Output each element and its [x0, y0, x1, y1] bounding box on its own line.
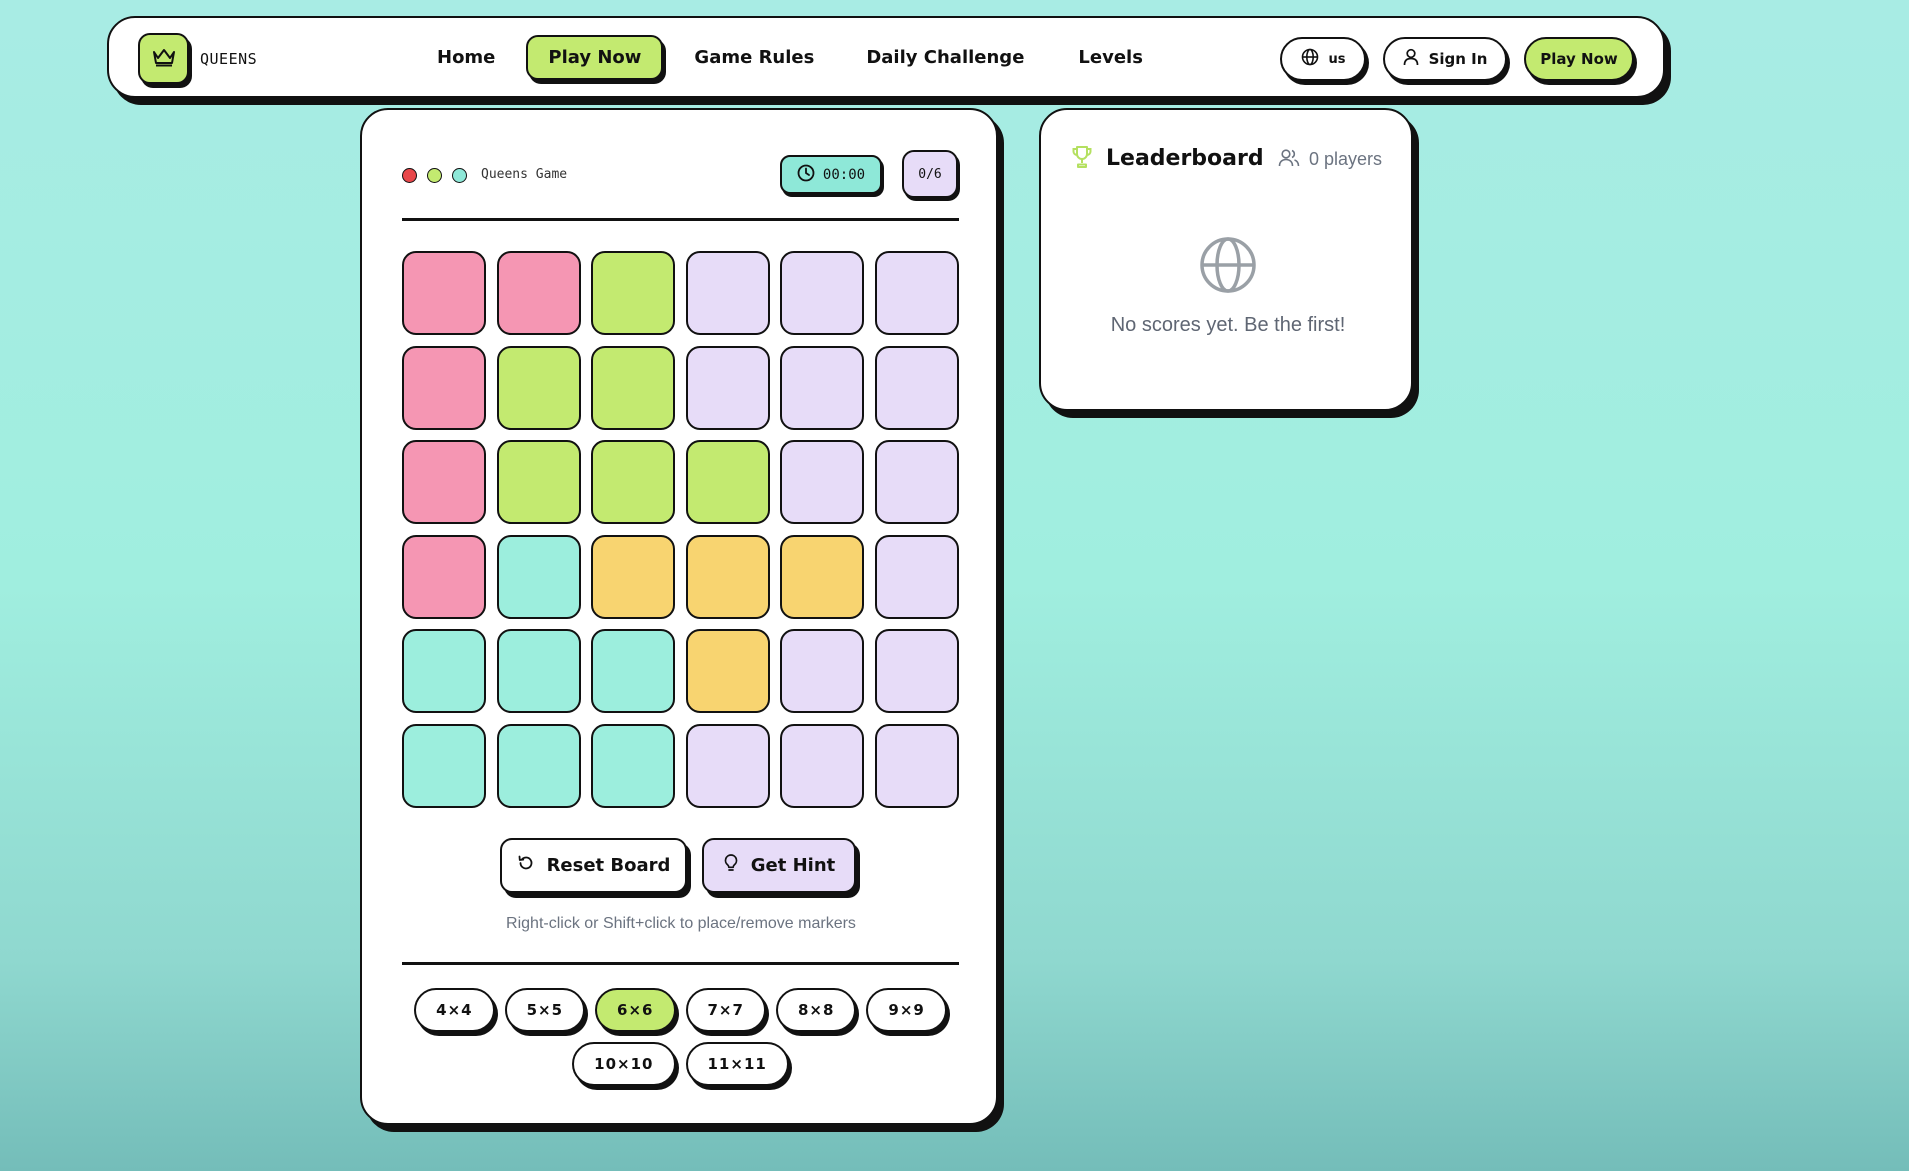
board-cell[interactable]	[591, 251, 675, 335]
sign-in-button[interactable]: Sign In	[1383, 37, 1507, 81]
queens-count: 0/6	[902, 150, 958, 198]
board-size-button[interactable]: 5×5	[504, 988, 586, 1032]
timer: 00:00	[780, 155, 882, 194]
board-size-selector: 4×4 5×5 6×6 7×7 8×8 9×9 10×10 11×11	[402, 988, 959, 1086]
game-panel: Queens Game 00:00 0/6 Reset Board Get Hi…	[360, 108, 998, 1125]
board-cell[interactable]	[402, 629, 486, 713]
board-cell[interactable]	[496, 534, 581, 619]
leaderboard-title: Leaderboard	[1106, 146, 1264, 171]
board-cell[interactable]	[496, 251, 581, 335]
logo-text: QUEENS	[200, 50, 258, 68]
get-hint-label: Get Hint	[750, 855, 836, 876]
language-button[interactable]: us	[1280, 37, 1366, 81]
board-cell[interactable]	[496, 723, 581, 808]
board-size-button[interactable]: 7×7	[685, 988, 766, 1032]
board-cell[interactable]	[402, 440, 486, 524]
nav-link-game-rules[interactable]: Game Rules	[694, 35, 814, 80]
navbar: QUEENS Home Play Now Game Rules Daily Ch…	[107, 16, 1665, 98]
board-cell[interactable]	[780, 629, 864, 713]
board-cell[interactable]	[780, 440, 864, 524]
leaderboard-empty-message: No scores yet. Be the first!	[1110, 314, 1346, 336]
clock-icon	[797, 164, 815, 186]
leaderboard-panel: Leaderboard 0 players No scores yet. Be …	[1039, 108, 1413, 411]
nav-link-daily-challenge[interactable]: Daily Challenge	[866, 35, 1024, 80]
instructions-text: Right-click or Shift+click to place/remo…	[506, 915, 856, 932]
board-size-button[interactable]: 10×10	[572, 1042, 676, 1086]
get-hint-button[interactable]: Get Hint	[702, 838, 856, 893]
board-cell[interactable]	[780, 723, 864, 808]
board-cell[interactable]	[685, 251, 770, 335]
sign-in-label: Sign In	[1428, 50, 1488, 68]
language-label: us	[1328, 51, 1346, 67]
board-cell[interactable]	[685, 629, 770, 713]
red-dot	[402, 168, 417, 183]
board-cell[interactable]	[685, 534, 770, 619]
board-cell[interactable]	[591, 723, 675, 808]
board-cell[interactable]	[780, 534, 864, 619]
board-cell[interactable]	[496, 440, 581, 524]
nav-link-levels[interactable]: Levels	[1078, 35, 1143, 80]
board-cell[interactable]	[685, 440, 770, 524]
board-cell[interactable]	[685, 345, 770, 430]
globe-icon	[1199, 236, 1257, 298]
divider	[402, 962, 959, 965]
board-size-button[interactable]: 8×8	[775, 988, 857, 1032]
divider	[402, 218, 959, 221]
users-icon	[1278, 148, 1300, 172]
timer-value: 00:00	[822, 166, 866, 183]
reset-icon	[517, 854, 535, 877]
board-cell[interactable]	[874, 251, 959, 335]
board-cell[interactable]	[874, 629, 959, 713]
board-cell[interactable]	[402, 534, 486, 619]
players-count: 0 players	[1309, 149, 1383, 169]
board-size-button[interactable]: 9×9	[866, 988, 947, 1032]
reset-board-button[interactable]: Reset Board	[500, 838, 687, 893]
globe-icon	[1301, 48, 1319, 70]
board-cell[interactable]	[874, 345, 959, 430]
board-cell[interactable]	[591, 534, 675, 619]
board-cell[interactable]	[402, 251, 486, 335]
board-cell[interactable]	[402, 723, 486, 808]
logo[interactable]	[138, 33, 189, 84]
user-icon	[1403, 48, 1419, 70]
game-actions: Reset Board Get Hint	[500, 838, 856, 893]
board-cell[interactable]	[402, 345, 486, 430]
board-cell[interactable]	[874, 440, 959, 524]
green-dot	[427, 168, 442, 183]
crown-icon	[152, 47, 176, 71]
game-board	[402, 251, 959, 808]
trophy-icon	[1071, 145, 1093, 173]
board-size-button[interactable]: 11×11	[685, 1042, 789, 1086]
window-dots	[402, 168, 467, 183]
board-cell[interactable]	[591, 440, 675, 524]
reset-board-label: Reset Board	[546, 855, 671, 876]
board-cell[interactable]	[496, 629, 581, 713]
board-size-button[interactable]: 4×4	[414, 988, 495, 1032]
board-cell[interactable]	[496, 345, 581, 430]
board-cell[interactable]	[685, 723, 770, 808]
teal-dot	[452, 168, 467, 183]
board-cell[interactable]	[591, 629, 675, 713]
board-cell[interactable]	[874, 723, 959, 808]
board-cell[interactable]	[591, 345, 675, 430]
play-now-button[interactable]: Play Now	[1524, 37, 1634, 81]
board-size-button[interactable]: 6×6	[595, 988, 676, 1032]
game-label: Queens Game	[481, 167, 568, 182]
board-cell[interactable]	[874, 534, 959, 619]
nav-links: Home Play Now Game Rules Daily Challenge…	[437, 35, 1143, 80]
nav-link-play-now[interactable]: Play Now	[526, 35, 664, 80]
board-cell[interactable]	[780, 251, 864, 335]
lightbulb-icon	[723, 853, 739, 878]
nav-link-home[interactable]: Home	[437, 35, 495, 80]
board-cell[interactable]	[780, 345, 864, 430]
